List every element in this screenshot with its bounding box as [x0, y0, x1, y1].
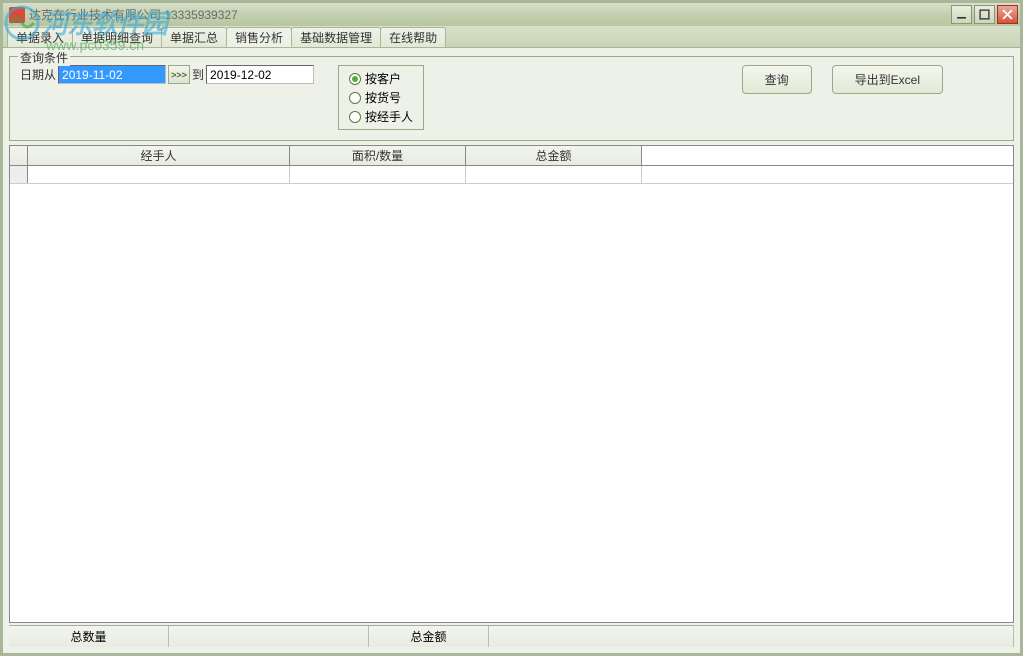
filter-legend: 查询条件	[18, 49, 70, 66]
radio-unchecked-icon	[349, 92, 361, 104]
date-to-label: 到	[192, 66, 204, 83]
radio-label: 按客户	[365, 70, 401, 87]
th-selector[interactable]	[10, 146, 28, 165]
radio-by-product[interactable]: 按货号	[349, 89, 413, 106]
radio-checked-icon	[349, 73, 361, 85]
app-icon	[9, 7, 25, 23]
radio-unchecked-icon	[349, 111, 361, 123]
minimize-button[interactable]	[951, 5, 972, 24]
date-spin-button[interactable]: >>>	[168, 65, 190, 84]
tab-sales-analysis[interactable]: 销售分析	[226, 27, 292, 47]
results-table: 经手人 面积/数量 总金额	[9, 145, 1014, 623]
table-header: 经手人 面积/数量 总金额	[10, 146, 1013, 166]
th-area-qty[interactable]: 面积/数量	[290, 146, 466, 165]
query-button[interactable]: 查询	[742, 65, 812, 94]
tab-basic-data[interactable]: 基础数据管理	[291, 27, 381, 47]
window-title: 达克在行业技术有限公司 13335939327	[29, 6, 238, 23]
cell-handler	[28, 166, 290, 183]
tab-summary[interactable]: 单据汇总	[161, 27, 227, 47]
date-from-input[interactable]	[58, 65, 166, 84]
footer-total-amt-value	[489, 626, 1014, 647]
filter-fieldset: 查询条件 日期从 >>> 到 按客户 按货号	[9, 56, 1014, 141]
tabs-row: 单据录入 单据明细查询 单据汇总 销售分析 基础数据管理 在线帮助	[3, 26, 1020, 48]
tab-detail-query[interactable]: 单据明细查询	[72, 27, 162, 47]
date-range: 日期从 >>> 到	[20, 65, 314, 84]
radio-label: 按货号	[365, 89, 401, 106]
date-from-label: 日期从	[20, 66, 56, 83]
row-selector[interactable]	[10, 166, 28, 183]
close-button[interactable]	[997, 5, 1018, 24]
tab-help[interactable]: 在线帮助	[380, 27, 446, 47]
maximize-button[interactable]	[974, 5, 995, 24]
th-total-amount[interactable]: 总金额	[466, 146, 642, 165]
titlebar: 达克在行业技术有限公司 13335939327	[3, 3, 1020, 26]
footer-total-qty-label: 总数量	[9, 626, 169, 647]
group-by-radio-group: 按客户 按货号 按经手人	[338, 65, 424, 130]
radio-label: 按经手人	[365, 108, 413, 125]
footer-summary: 总数量 总金额	[9, 625, 1014, 647]
tab-entry[interactable]: 单据录入	[7, 27, 73, 47]
footer-total-qty-value	[169, 626, 369, 647]
window-controls	[951, 5, 1018, 24]
radio-by-handler[interactable]: 按经手人	[349, 108, 413, 125]
cell-area-qty	[290, 166, 466, 183]
footer-total-amt-label: 总金额	[369, 626, 489, 647]
th-handler[interactable]: 经手人	[28, 146, 290, 165]
date-to-input[interactable]	[206, 65, 314, 84]
radio-by-customer[interactable]: 按客户	[349, 70, 413, 87]
table-row[interactable]	[10, 166, 1013, 184]
cell-total-amount	[466, 166, 642, 183]
main-window: 达克在行业技术有限公司 13335939327 单据录入 单据明细查询 单据汇总…	[0, 0, 1023, 656]
table-body	[10, 166, 1013, 622]
content-area: 查询条件 日期从 >>> 到 按客户 按货号	[3, 48, 1020, 653]
action-buttons: 查询 导出到Excel	[742, 65, 1003, 94]
export-excel-button[interactable]: 导出到Excel	[832, 65, 943, 94]
